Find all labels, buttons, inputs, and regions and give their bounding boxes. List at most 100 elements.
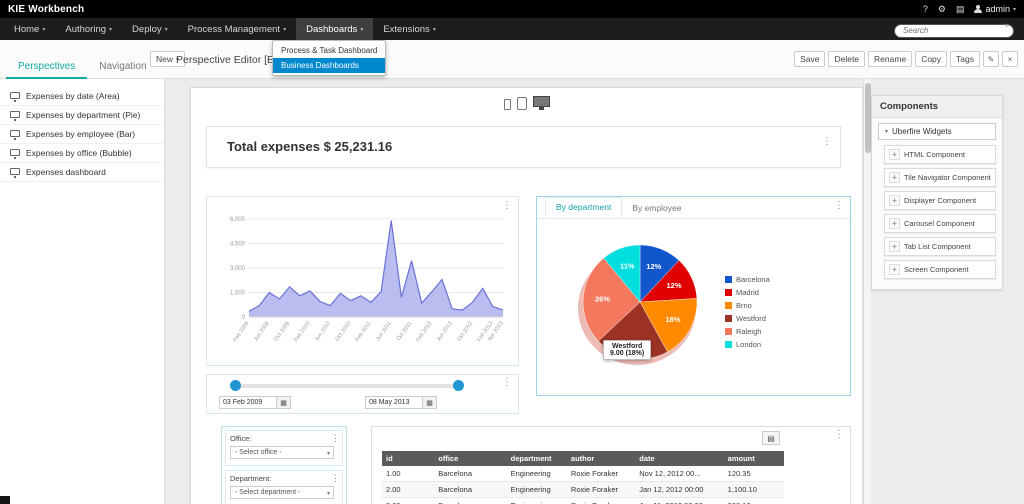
user-menu[interactable]: admin ▾ [974, 4, 1016, 14]
chevron-down-icon: ▾ [283, 26, 286, 33]
menu-item-authoring[interactable]: Authoring▾ [55, 18, 122, 40]
table-cell: 3.00 [382, 498, 434, 504]
area-chart-svg: 01,5003,0004,5006,000Feb 2009Jun 2009Oct… [211, 209, 511, 363]
menu-item-dashboards[interactable]: Dashboards▾ [296, 18, 373, 40]
department-select[interactable]: - Select department - ▾ [230, 486, 334, 499]
table-view-icon[interactable]: ▤ [762, 431, 780, 445]
kebab-menu-icon[interactable]: ⋮ [502, 201, 512, 211]
expenses-by-department-widget[interactable]: By departmentBy employee 12%12%18%26%11%… [536, 196, 851, 396]
expenses-table-widget[interactable]: ▤ ⋮ idofficedepartmentauthordateamount1.… [371, 426, 851, 504]
new-button-label: New [156, 54, 173, 64]
gear-icon[interactable]: ⚙ [938, 4, 946, 15]
department-select-value: - Select department - [235, 489, 300, 496]
move-icon: + [889, 241, 900, 252]
end-date-input[interactable] [365, 396, 423, 409]
column-header-office[interactable]: office [434, 451, 506, 466]
table-row[interactable]: 3.00BarcelonaEngineeringRoxie ForakerJan… [382, 498, 784, 504]
kebab-menu-icon[interactable]: ⋮ [822, 137, 832, 147]
tab-by-employee[interactable]: By employee [622, 199, 691, 218]
help-icon[interactable]: ? [923, 4, 928, 14]
perspective-item-expenses-dashboard[interactable]: Expenses dashboard [0, 163, 164, 182]
kebab-menu-icon[interactable]: ⋮ [834, 430, 844, 440]
tab-navigation[interactable]: Navigation [87, 55, 158, 79]
column-header-author[interactable]: author [567, 451, 635, 466]
menu-item-deploy[interactable]: Deploy▾ [122, 18, 178, 40]
legend-item-london[interactable]: London [725, 340, 770, 349]
column-header-department[interactable]: department [507, 451, 567, 466]
table-cell: Engineering [507, 498, 567, 504]
desktop-preview-icon[interactable] [533, 96, 550, 107]
menu-item-label: Deploy [132, 24, 162, 35]
kebab-menu-icon[interactable]: ⋮ [331, 433, 340, 443]
table-row[interactable]: 1.00BarcelonaEngineeringRoxie ForakerNov… [382, 466, 784, 482]
dropdown-item-business-dashboards[interactable]: Business Dashboards [273, 58, 385, 73]
rename-button[interactable]: Rename [868, 51, 912, 67]
calendar-icon[interactable]: ▦ [423, 396, 437, 409]
tags-button[interactable]: Tags [950, 51, 980, 67]
menu-item-label: Home [14, 24, 39, 35]
component-tab-list-component[interactable]: +Tab List Component [884, 237, 996, 256]
search-input[interactable] [894, 24, 1014, 38]
office-filter: ⋮ Office: - Select office - ▾ [225, 430, 343, 466]
start-date-input[interactable] [219, 396, 277, 409]
app-title: KIE Workbench [8, 4, 84, 15]
slider-handle-start[interactable] [230, 380, 241, 391]
perspective-item-label: Expenses by date (Area) [26, 91, 120, 101]
copy-button[interactable]: Copy [915, 51, 947, 67]
table-cell: 2.00 [382, 482, 434, 498]
tab-by-department[interactable]: By department [545, 197, 622, 218]
svg-text:0: 0 [242, 315, 246, 321]
menu-item-process-management[interactable]: Process Management▾ [178, 18, 296, 40]
total-expenses-widget[interactable]: Total expenses $ 25,231.16 ⋮ [206, 126, 841, 168]
column-header-amount[interactable]: amount [724, 451, 784, 466]
svg-text:Oct 2009: Oct 2009 [274, 321, 292, 343]
canvas-scrollbar[interactable] [863, 79, 871, 504]
filters-widget[interactable]: ⋮ Office: - Select office - ▾ ⋮ Departme… [221, 426, 347, 504]
date-range-widget[interactable]: ▦ ▦ ⋮ [206, 374, 519, 414]
search-clear-icon[interactable]: × [1004, 21, 1009, 30]
tablet-preview-icon[interactable] [517, 97, 527, 110]
dropdown-item-process-task-dashboard[interactable]: Process & Task Dashboard [273, 43, 385, 58]
monitor-icon [10, 92, 20, 99]
perspective-item-expenses-by-office-bubble[interactable]: Expenses by office (Bubble) [0, 144, 164, 163]
slider-handle-end[interactable] [453, 380, 464, 391]
legend-item-brno[interactable]: Brno [725, 301, 770, 310]
search-box: × [894, 20, 1014, 38]
dashboards-dropdown: Process & Task DashboardBusiness Dashboa… [272, 40, 386, 76]
menu-item-extensions[interactable]: Extensions▾ [373, 18, 446, 40]
expenses-by-date-widget[interactable]: 01,5003,0004,5006,000Feb 2009Jun 2009Oct… [206, 196, 519, 366]
tab-perspectives[interactable]: Perspectives [6, 55, 87, 79]
kebab-menu-icon[interactable]: ⋮ [331, 473, 340, 483]
table-cell: Barcelona [434, 498, 506, 504]
legend-item-westford[interactable]: Westford [725, 314, 770, 323]
kebab-menu-icon[interactable]: ⋮ [502, 378, 512, 388]
component-displayer-component[interactable]: +Displayer Component [884, 191, 996, 210]
svg-text:1,500: 1,500 [230, 291, 246, 297]
svg-text:3,000: 3,000 [230, 266, 246, 272]
component-carousel-component[interactable]: +Carousel Component [884, 214, 996, 233]
legend-item-barcelona[interactable]: Barcelona [725, 275, 770, 284]
apps-icon[interactable]: ▤ [956, 4, 965, 15]
column-header-id[interactable]: id [382, 451, 434, 466]
component-tile-navigator-component[interactable]: +Tile Navigator Component [884, 168, 996, 187]
phone-preview-icon[interactable] [504, 99, 511, 110]
component-screen-component[interactable]: +Screen Component [884, 260, 996, 279]
edit-icon-button[interactable]: ✎ [983, 51, 999, 67]
office-select[interactable]: - Select office - ▾ [230, 446, 334, 459]
legend-item-madrid[interactable]: Madrid [725, 288, 770, 297]
perspective-item-expenses-by-employee-bar[interactable]: Expenses by employee (Bar) [0, 125, 164, 144]
close-icon-button[interactable]: × [1002, 51, 1018, 67]
monitor-icon [10, 130, 20, 137]
menu-item-home[interactable]: Home▾ [4, 18, 55, 40]
calendar-icon[interactable]: ▦ [277, 396, 291, 409]
component-html-component[interactable]: +HTML Component [884, 145, 996, 164]
legend-item-raleigh[interactable]: Raleigh [725, 327, 770, 336]
uberfire-widgets-group[interactable]: ▾ Uberfire Widgets [878, 123, 996, 140]
save-button[interactable]: Save [794, 51, 825, 67]
perspective-item-expenses-by-department-pie[interactable]: Expenses by department (Pie) [0, 106, 164, 125]
delete-button[interactable]: Delete [828, 51, 865, 67]
kebab-menu-icon[interactable]: ⋮ [834, 201, 844, 211]
table-row[interactable]: 2.00BarcelonaEngineeringRoxie ForakerJan… [382, 482, 784, 498]
column-header-date[interactable]: date [635, 451, 723, 466]
perspective-item-expenses-by-date-area[interactable]: Expenses by date (Area) [0, 87, 164, 106]
